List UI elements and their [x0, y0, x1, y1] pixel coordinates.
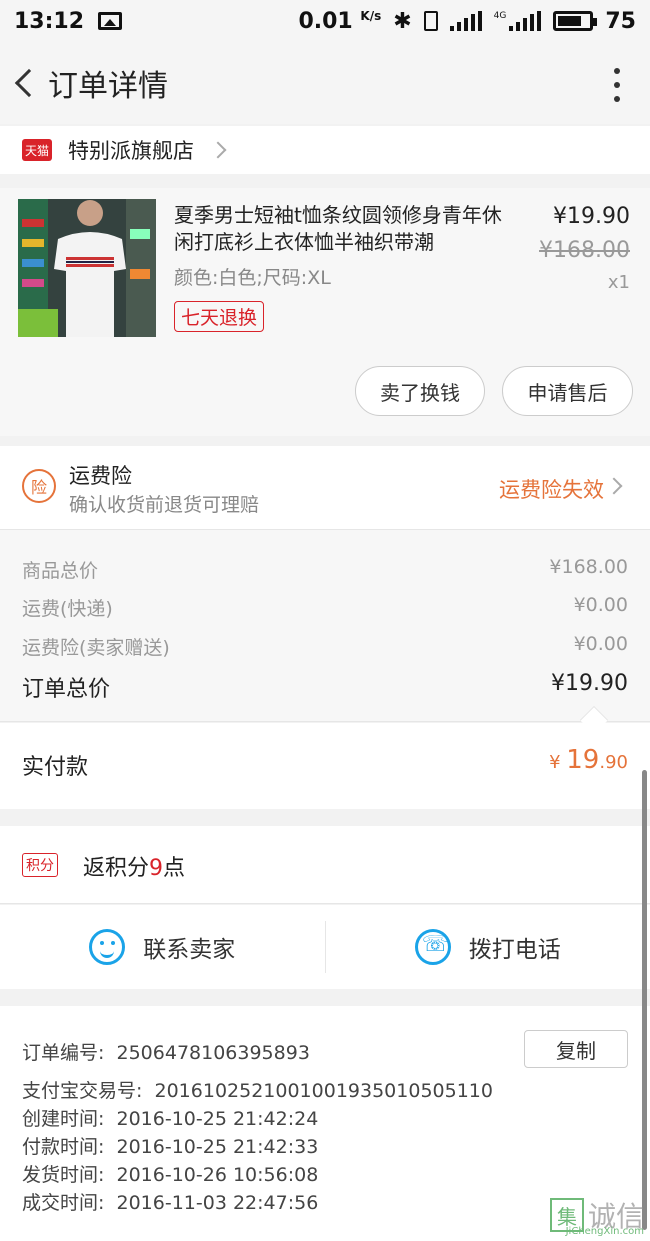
insurance-status: 运费险失效: [499, 478, 604, 502]
shipping-row: 运费(快递) ¥0.00: [22, 594, 628, 620]
clock: 13:12: [14, 8, 85, 34]
points-badge: 积分: [22, 853, 58, 877]
signal-4g-icon: 4G: [494, 11, 542, 31]
points-text: 返积分9点: [83, 856, 186, 881]
order-number-row: 订单编号: 2506478106395893: [22, 1042, 310, 1064]
shop-row[interactable]: 天猫 特别派旗舰店: [0, 126, 650, 174]
alipay-number-row: 支付宝交易号: 2016102521001001935010505110: [22, 1080, 493, 1102]
original-price: ¥168.00: [539, 238, 630, 263]
insurance-fee-row: 运费险(卖家赠送) ¥0.00: [22, 633, 628, 659]
actual-payment-amount: ¥ 19.90: [549, 745, 628, 775]
product-image[interactable]: [18, 199, 156, 337]
shipped-time-row: 发货时间: 2016-10-26 10:56:08: [22, 1164, 319, 1186]
phone-icon: [414, 929, 451, 965]
points-row: 积分 返积分9点: [0, 826, 650, 904]
chevron-right-icon: [209, 141, 227, 159]
insurance-title: 运费险: [69, 464, 132, 488]
copy-button[interactable]: 复制: [524, 1030, 628, 1068]
bluetooth-icon: ✱: [393, 8, 412, 34]
contact-seller-button[interactable]: 联系卖家: [0, 905, 325, 989]
chevron-left-icon: [14, 68, 44, 98]
signal-icon: [449, 11, 482, 31]
chevron-right-icon: [605, 477, 623, 495]
insurance-icon: 险: [22, 469, 56, 503]
scrollbar[interactable]: [642, 770, 647, 1230]
product-price: ¥19.90: [553, 204, 630, 229]
watermark-logo: 集 诚信 JiChengXin.com: [549, 1195, 644, 1237]
actual-payment-row: 实付款 ¥ 19.90: [0, 723, 650, 809]
closed-time-row: 成交时间: 2016-11-03 22:47:56: [22, 1192, 319, 1214]
more-menu-button[interactable]: [612, 68, 622, 102]
return-policy-badge: 七天退换: [174, 301, 265, 332]
order-number[interactable]: 2506478106395893: [117, 1042, 310, 1064]
goods-total-row: 商品总价 ¥168.00: [22, 556, 628, 582]
nav-bar: 订单详情: [0, 42, 650, 124]
chat-icon: [89, 929, 126, 965]
battery-icon: [553, 11, 598, 31]
product-quantity: x1: [607, 272, 630, 293]
product-spec: 颜色:白色;尺码:XL: [174, 267, 331, 289]
call-phone-button[interactable]: 拨打电话: [326, 905, 650, 989]
after-sale-button[interactable]: 申请售后: [502, 366, 633, 416]
price-summary: 商品总价 ¥168.00 运费(快递) ¥0.00 运费险(卖家赠送) ¥0.00 订…: [0, 530, 650, 735]
paid-time-row: 付款时间: 2016-10-25 21:42:33: [22, 1136, 319, 1158]
page-title: 订单详情: [48, 69, 168, 104]
insurance-subtitle: 确认收货前退货可理赔: [69, 494, 260, 516]
product-title[interactable]: 夏季男士短袖t恤条纹圆领修身青年休闲打底衫上衣体恤半袖织带潮: [174, 202, 514, 256]
image-notification-icon: [98, 12, 123, 30]
resell-button[interactable]: 卖了换钱: [355, 366, 485, 416]
product-card[interactable]: 夏季男士短袖t恤条纹圆领修身青年休闲打底衫上衣体恤半袖织带潮 颜色:白色;尺码:…: [0, 188, 650, 436]
back-button[interactable]: [0, 42, 44, 124]
battery-level: 75: [605, 8, 636, 34]
shop-name: 特别派旗舰店: [68, 139, 194, 163]
tmall-logo: 天猫: [22, 139, 52, 161]
shipping-insurance-row[interactable]: 险 运费险 确认收货前退货可理赔 运费险失效: [0, 446, 650, 530]
order-total-row: 订单总价 ¥19.90: [22, 671, 628, 702]
status-bar: 13:12 0.01 K/s ✱ 4G 75: [0, 0, 650, 42]
actual-payment-label: 实付款: [22, 755, 89, 780]
contact-bar: 联系卖家 拨打电话: [0, 905, 650, 989]
network-speed: 0.01 K/s: [298, 8, 382, 34]
vibrate-icon: [423, 11, 438, 31]
created-time-row: 创建时间: 2016-10-25 21:42:24: [22, 1108, 319, 1130]
